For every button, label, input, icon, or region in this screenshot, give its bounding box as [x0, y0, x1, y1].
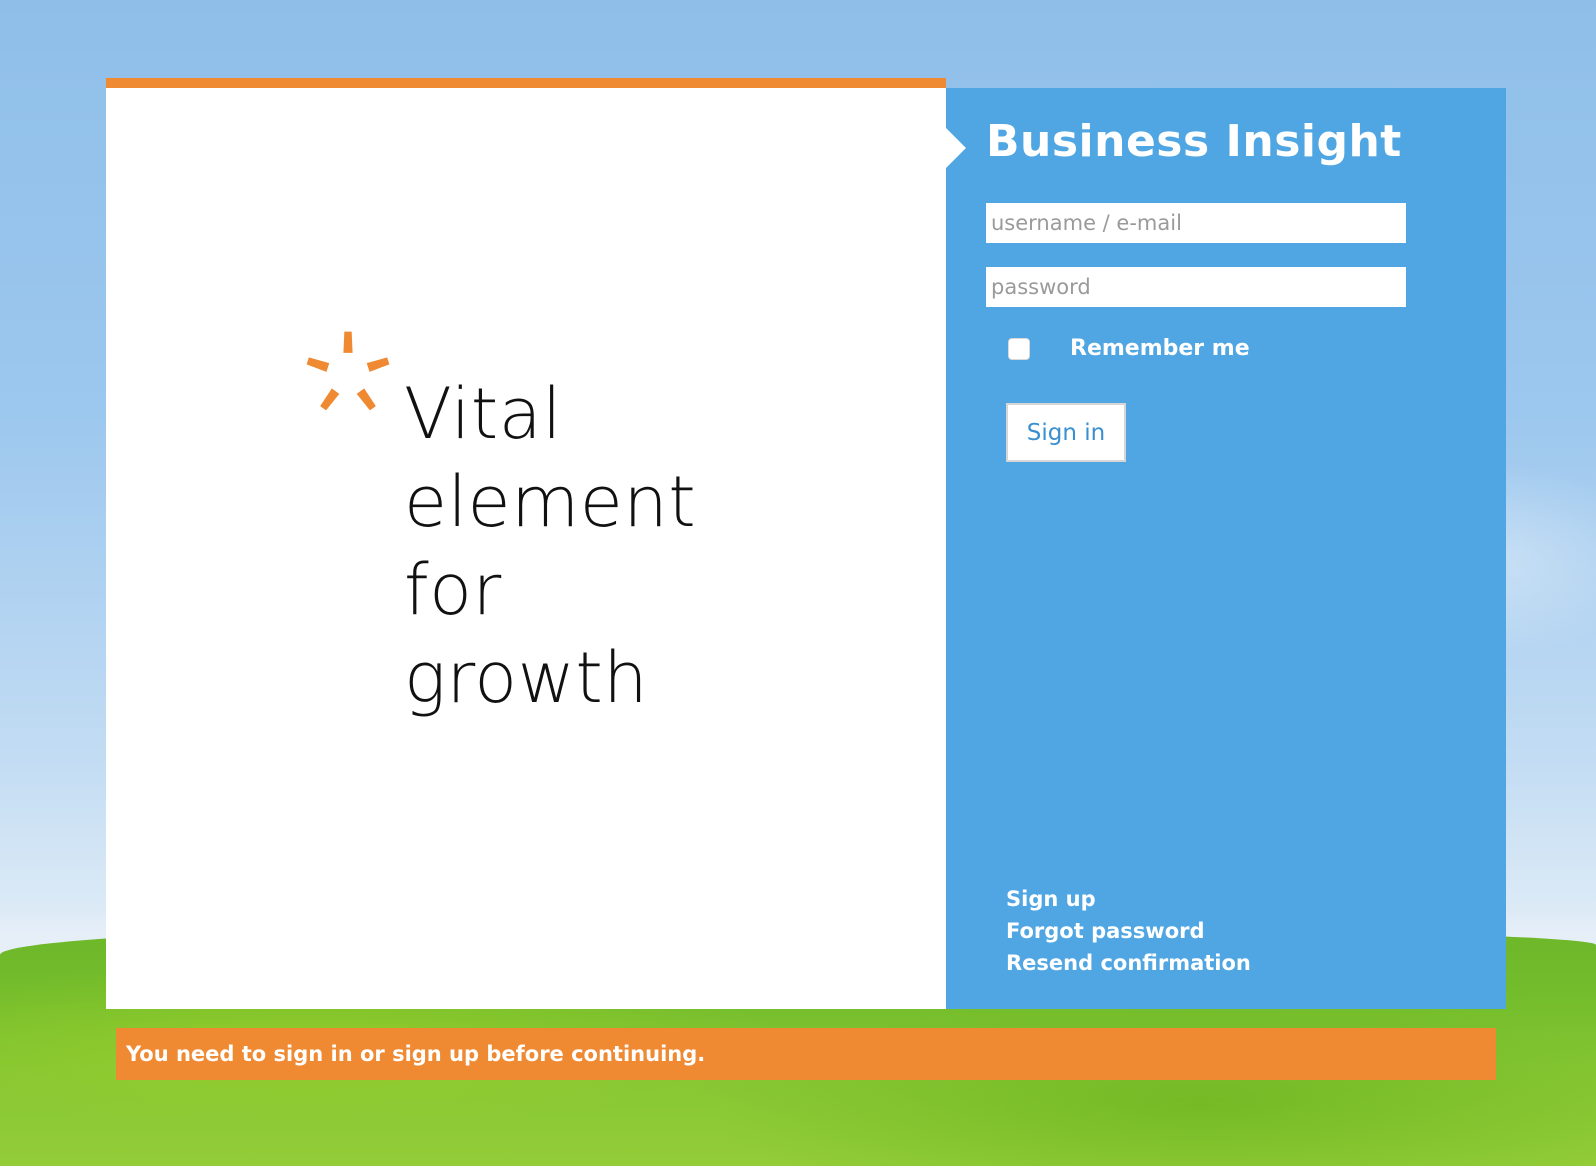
panel-pointer-arrow — [946, 128, 966, 168]
login-panel: Business Insight Remember me Sign in Sig… — [946, 88, 1506, 1009]
tagline-line: growth — [404, 637, 649, 719]
password-input[interactable] — [986, 267, 1406, 307]
tagline-line: Vital — [404, 373, 563, 455]
remember-me-label[interactable]: Remember me — [1070, 336, 1250, 361]
flash-alert: You need to sign in or sign up before co… — [116, 1028, 1496, 1080]
star-logo-icon — [306, 331, 390, 411]
tagline-line: element — [404, 461, 697, 543]
username-input[interactable] — [986, 203, 1406, 243]
app-title: Business Insight — [986, 116, 1402, 167]
tagline-line: for — [404, 549, 502, 631]
brand-tagline: Vital element for growth — [404, 370, 696, 722]
sign-up-link[interactable]: Sign up — [1006, 883, 1251, 915]
brand-panel: Vital element for growth — [106, 78, 946, 1009]
resend-confirmation-link[interactable]: Resend confirmation — [1006, 947, 1251, 979]
sign-in-button[interactable]: Sign in — [1006, 403, 1126, 462]
remember-me-checkbox[interactable] — [1008, 337, 1030, 360]
remember-me-row: Remember me — [1008, 336, 1250, 361]
flash-message: You need to sign in or sign up before co… — [126, 1042, 706, 1066]
account-links: Sign up Forgot password Resend confirmat… — [1006, 883, 1251, 979]
forgot-password-link[interactable]: Forgot password — [1006, 915, 1251, 947]
